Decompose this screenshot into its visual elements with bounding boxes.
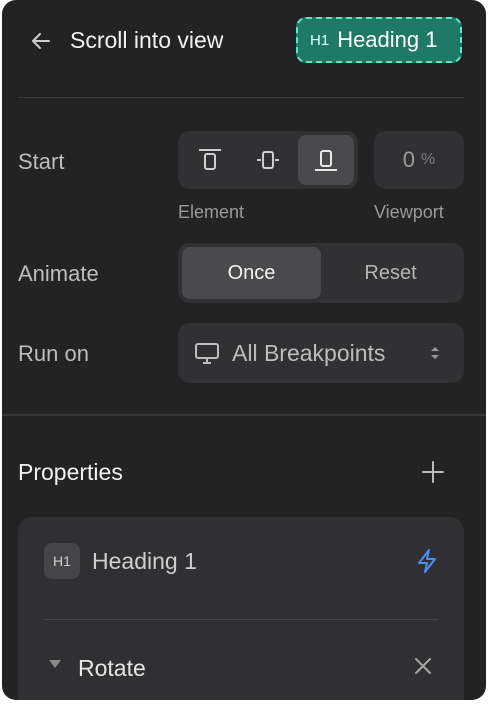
plus-icon <box>422 461 444 483</box>
align-bottom-icon <box>315 150 337 171</box>
rotate-expand-toggle[interactable] <box>48 659 68 675</box>
card-lightning-button[interactable] <box>412 545 442 577</box>
property-card: H1 Heading 1 Rotate <box>18 517 464 700</box>
align-middle-button[interactable] <box>240 135 296 185</box>
align-middle-icon <box>257 151 279 169</box>
viewport-caption: Viewport <box>374 202 444 222</box>
animate-segmented-control: Once Reset <box>178 243 464 303</box>
animate-once-option[interactable]: Once <box>182 247 321 299</box>
animate-once-label: Once <box>227 261 276 284</box>
start-label: Start <box>18 149 65 174</box>
align-top-button[interactable] <box>182 135 238 185</box>
rotate-property-label: Rotate <box>78 655 146 681</box>
align-bottom-button[interactable] <box>298 135 354 185</box>
caret-down-icon <box>49 660 61 668</box>
remove-rotate-button[interactable] <box>410 653 436 679</box>
section-divider <box>2 414 486 416</box>
divider <box>18 97 464 98</box>
card-tag-badge: H1 <box>44 543 80 579</box>
align-top-icon <box>199 149 221 170</box>
badge-label: Heading 1 <box>337 27 438 52</box>
element-badge[interactable]: H1 Heading 1 <box>296 17 462 63</box>
card-element-name: Heading 1 <box>92 548 197 574</box>
card-tag: H1 <box>53 553 71 569</box>
viewport-offset-value: 0 <box>402 147 415 172</box>
back-button[interactable] <box>26 26 56 56</box>
page-title: Scroll into view <box>70 27 224 53</box>
alignment-segmented-control <box>178 131 358 189</box>
badge-tag: H1 <box>310 31 330 49</box>
viewport-offset-unit: % <box>421 151 436 168</box>
breakpoints-select[interactable]: All Breakpoints <box>178 323 464 383</box>
close-icon <box>415 658 431 674</box>
element-caption: Element <box>178 202 245 222</box>
animate-label: Animate <box>18 261 99 286</box>
properties-title: Properties <box>18 459 123 485</box>
card-divider <box>44 619 438 620</box>
animate-reset-label: Reset <box>364 261 417 284</box>
lightning-icon <box>418 549 436 573</box>
select-chevron-icon <box>431 347 439 359</box>
breakpoints-value: All Breakpoints <box>232 340 386 366</box>
scroll-into-view-panel: Scroll into view H1 Heading 1 Start 0 % … <box>2 0 486 700</box>
viewport-offset-input[interactable]: 0 % <box>374 131 464 189</box>
animate-reset-option[interactable]: Reset <box>321 247 460 299</box>
back-arrow-icon <box>32 33 50 49</box>
monitor-icon <box>195 343 219 364</box>
run-on-label: Run on <box>18 341 89 366</box>
add-property-button[interactable] <box>418 457 448 487</box>
